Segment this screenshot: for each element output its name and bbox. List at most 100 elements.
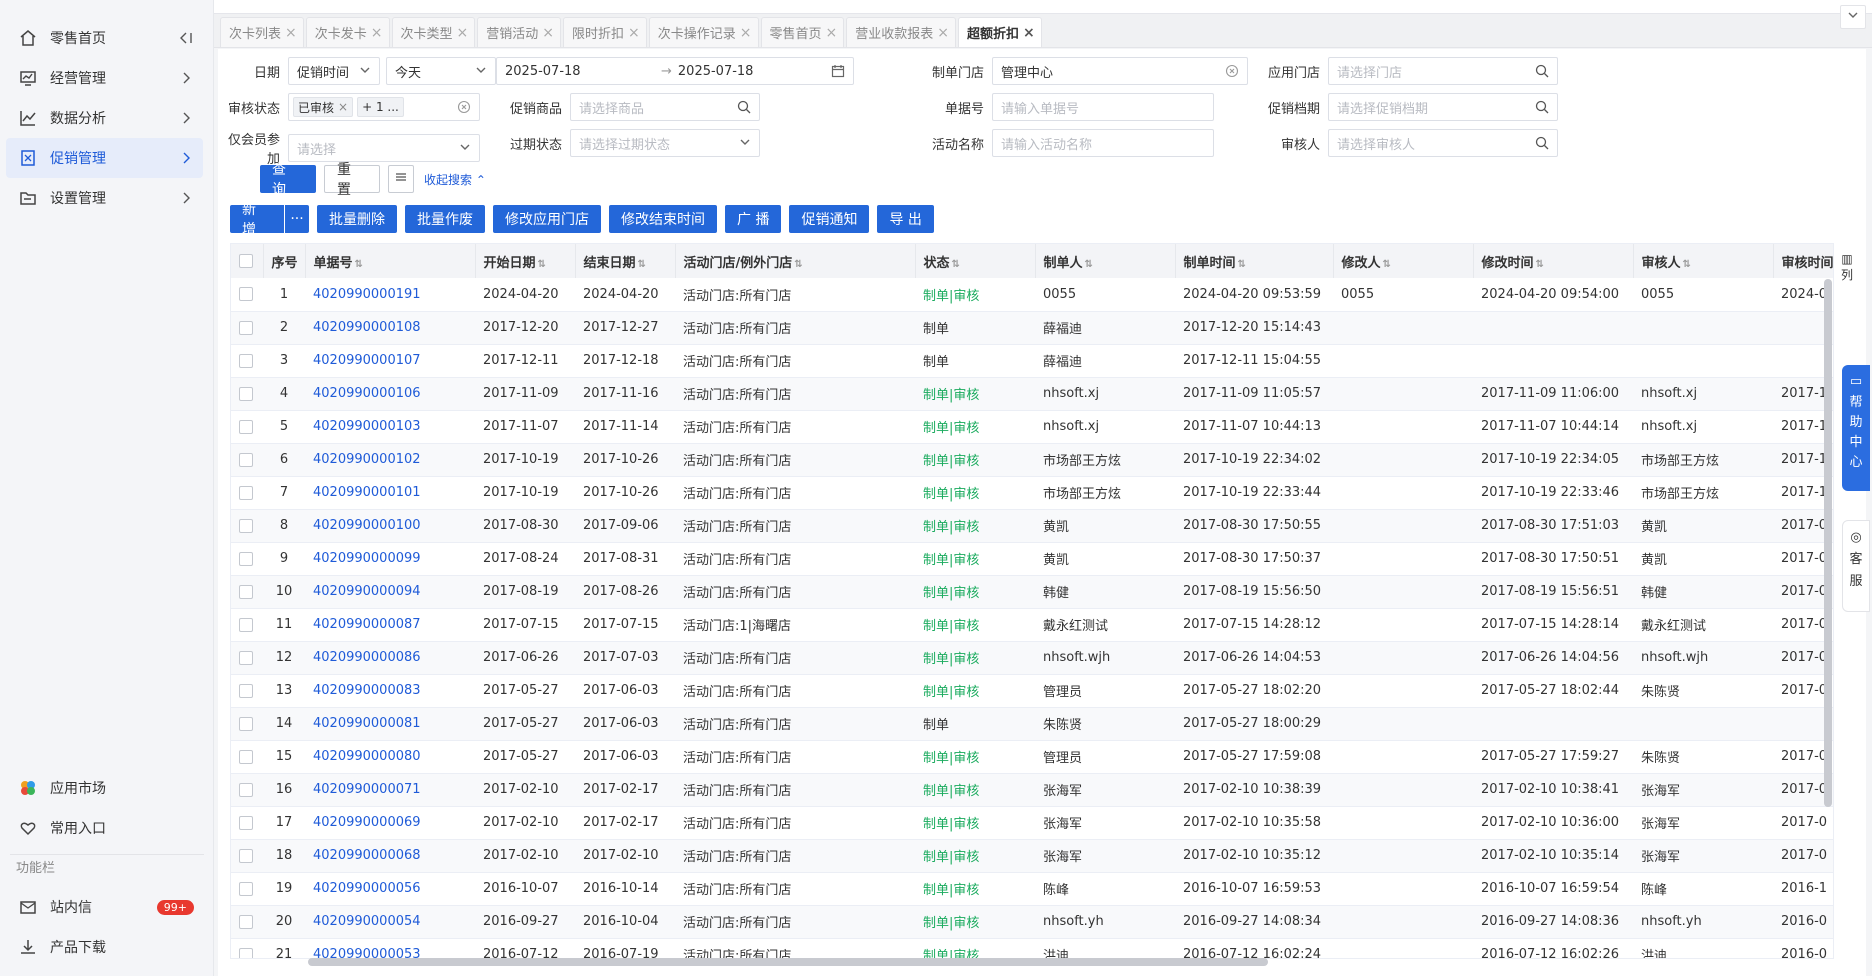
row-checkbox[interactable] [239,815,253,830]
table-cell[interactable]: 4020990000069 [305,806,475,840]
table-cell[interactable]: 4020990000101 [305,476,475,510]
store-select[interactable]: 管理中心 [992,57,1248,85]
table-row[interactable]: 16 4020990000071 2017-02-10 2017-02-17 活动门店:… [231,773,1833,807]
table-row[interactable]: 8 4020990000100 2017-08-30 2017-09-06 活动门店:所… [231,509,1833,543]
table-cell[interactable]: 4020990000106 [305,377,475,411]
sidebar-item-analysis[interactable]: 数据分析 [6,98,203,138]
tab-item[interactable]: 营销活动 × [477,17,561,47]
column-header[interactable]: 单据号 ⇅ [305,244,476,278]
search-icon[interactable] [1535,64,1549,82]
tabs-dropdown-button[interactable] [1840,5,1866,29]
tab-close-icon[interactable]: × [740,25,752,41]
table-row[interactable]: 15 4020990000080 2017-05-27 2017-06-03 活动门店:… [231,740,1833,774]
row-checkbox[interactable] [239,650,253,665]
table-row[interactable]: 7 4020990000101 2017-10-19 2017-10-26 活动门店:所… [231,476,1833,510]
column-header[interactable]: 审核时间⇅ [1773,244,1833,278]
row-checkbox[interactable] [239,353,253,368]
tab-item[interactable]: 次卡列表 × [220,17,304,47]
tab-item[interactable]: 零售首页 × [760,17,845,47]
export-button[interactable]: 导 出 [877,205,934,233]
table-cell[interactable]: 4020990000103 [305,410,475,444]
help-center-button[interactable]: ▭ 帮助中心 [1842,365,1870,491]
tab-item[interactable]: 限时折扣 × [563,17,647,47]
promotion-notify-button[interactable]: 促销通知 [789,205,870,233]
table-cell[interactable]: 4020990000086 [305,641,475,675]
add-more-button[interactable]: ··· [285,205,309,233]
broadcast-button[interactable]: 广 播 [725,205,782,233]
tag-close-icon[interactable]: × [338,100,348,114]
column-header[interactable]: 制单时间 ⇅ [1175,244,1334,278]
search-icon[interactable] [737,100,751,118]
clear-icon[interactable] [1225,64,1239,82]
table-row[interactable]: 3 4020990000107 2017-12-11 2017-12-18 活动门店:所… [231,344,1833,378]
doc-input[interactable]: 请输入单据号 [992,93,1214,121]
expire-select[interactable]: 请选择过期状态 [570,129,760,157]
tab-close-icon[interactable]: × [371,25,383,41]
tab-close-icon[interactable]: × [457,25,469,41]
table-row[interactable]: 6 4020990000102 2017-10-19 2017-10-26 活动门店:所… [231,443,1833,477]
tab-item[interactable]: 次卡发卡 × [305,17,390,47]
row-checkbox[interactable] [239,749,253,764]
sort-icon[interactable]: ⇅ [1536,259,1544,270]
batch-delete-button[interactable]: 批量删除 [317,205,397,233]
sort-icon[interactable]: ⇅ [1085,259,1093,270]
table-row[interactable]: 2 4020990000108 2017-12-20 2017-12-27 活动门店:所… [231,311,1833,345]
row-checkbox[interactable] [239,914,253,929]
customer-service-button[interactable]: ◎ 客服 [1842,520,1870,612]
row-checkbox[interactable] [239,320,253,335]
table-cell[interactable]: 4020990000100 [305,509,475,543]
table-row[interactable]: 12 4020990000086 2017-06-26 2017-07-03 活动门店:… [231,641,1833,675]
sort-icon[interactable]: ⇅ [794,259,802,270]
table-row[interactable]: 4 4020990000106 2017-11-09 2017-11-16 活动门店:所… [231,377,1833,411]
tab-close-icon[interactable]: × [1023,25,1035,41]
vertical-scrollbar[interactable] [1824,279,1832,807]
reset-button[interactable]: 重 置 [324,162,380,198]
app-market-link[interactable]: 应用市场 [6,768,204,808]
sort-icon[interactable]: ⇅ [1683,259,1691,270]
row-checkbox[interactable] [239,518,253,533]
query-button[interactable]: 查 询 [260,162,316,198]
table-cell[interactable]: 4020990000087 [305,608,475,642]
activity-input[interactable]: 请输入活动名称 [992,129,1214,157]
clear-icon[interactable] [457,100,471,118]
column-header[interactable]: 制单人 ⇅ [1035,244,1176,278]
table-cell[interactable]: 4020990000053 [305,938,475,958]
date-range-picker[interactable]: 2025-07-18 → 2025-07-18 [496,57,854,85]
table-row[interactable]: 14 4020990000081 2017-05-27 2017-06-03 活动门店:… [231,707,1833,741]
select-all-checkbox[interactable] [239,254,253,268]
sort-icon[interactable]: ⇅ [952,259,960,270]
column-header[interactable]: 修改人 ⇅ [1333,244,1474,278]
row-checkbox[interactable] [239,551,253,566]
audit-status-select[interactable]: 已审核 × + 1 ... [288,93,480,121]
product-select[interactable]: 请选择商品 [570,93,760,121]
sidebar-item-promotion[interactable]: 促销管理 [6,138,203,178]
sidebar-item-retail-home[interactable]: 零售首页 [6,18,203,58]
table-cell[interactable]: 4020990000071 [305,773,475,807]
table-row[interactable]: 5 4020990000103 2017-11-07 2017-11-14 活动门店:所… [231,410,1833,444]
column-header[interactable]: 状态 ⇅ [915,244,1036,278]
sort-icon[interactable]: ⇅ [1383,259,1391,270]
date-type-select[interactable]: 促销时间 [288,57,380,85]
table-row[interactable]: 11 4020990000087 2017-07-15 2017-07-15 活动门店:… [231,608,1833,642]
row-checkbox[interactable] [239,584,253,599]
tab-close-icon[interactable]: × [285,25,297,41]
sidebar-item-settings[interactable]: 设置管理 [6,178,203,218]
table-cell[interactable]: 4020990000108 [305,311,475,345]
date-preset-select[interactable]: 今天 [386,57,496,85]
row-checkbox[interactable] [239,419,253,434]
row-checkbox[interactable] [239,287,253,302]
edit-end-time-button[interactable]: 修改结束时间 [609,205,717,233]
row-checkbox[interactable] [239,947,253,958]
table-row[interactable]: 20 4020990000054 2016-09-27 2016-10-04 活动门店:… [231,905,1833,939]
collapse-sidebar-icon[interactable] [179,31,193,45]
downloads-link[interactable]: 产品下载 [6,927,204,967]
edit-apply-store-button[interactable]: 修改应用门店 [493,205,601,233]
row-checkbox[interactable] [239,683,253,698]
column-header[interactable]: 修改时间 ⇅ [1473,244,1634,278]
table-cell[interactable]: 4020990000191 [305,278,475,312]
search-icon[interactable] [1535,100,1549,118]
sidebar-item-operations[interactable]: 经营管理 [6,58,203,98]
auditor-select[interactable]: 请选择审核人 [1328,129,1558,157]
table-row[interactable]: 19 4020990000056 2016-10-07 2016-10-14 活动门店:… [231,872,1833,906]
column-header[interactable]: 审核人 ⇅ [1633,244,1774,278]
